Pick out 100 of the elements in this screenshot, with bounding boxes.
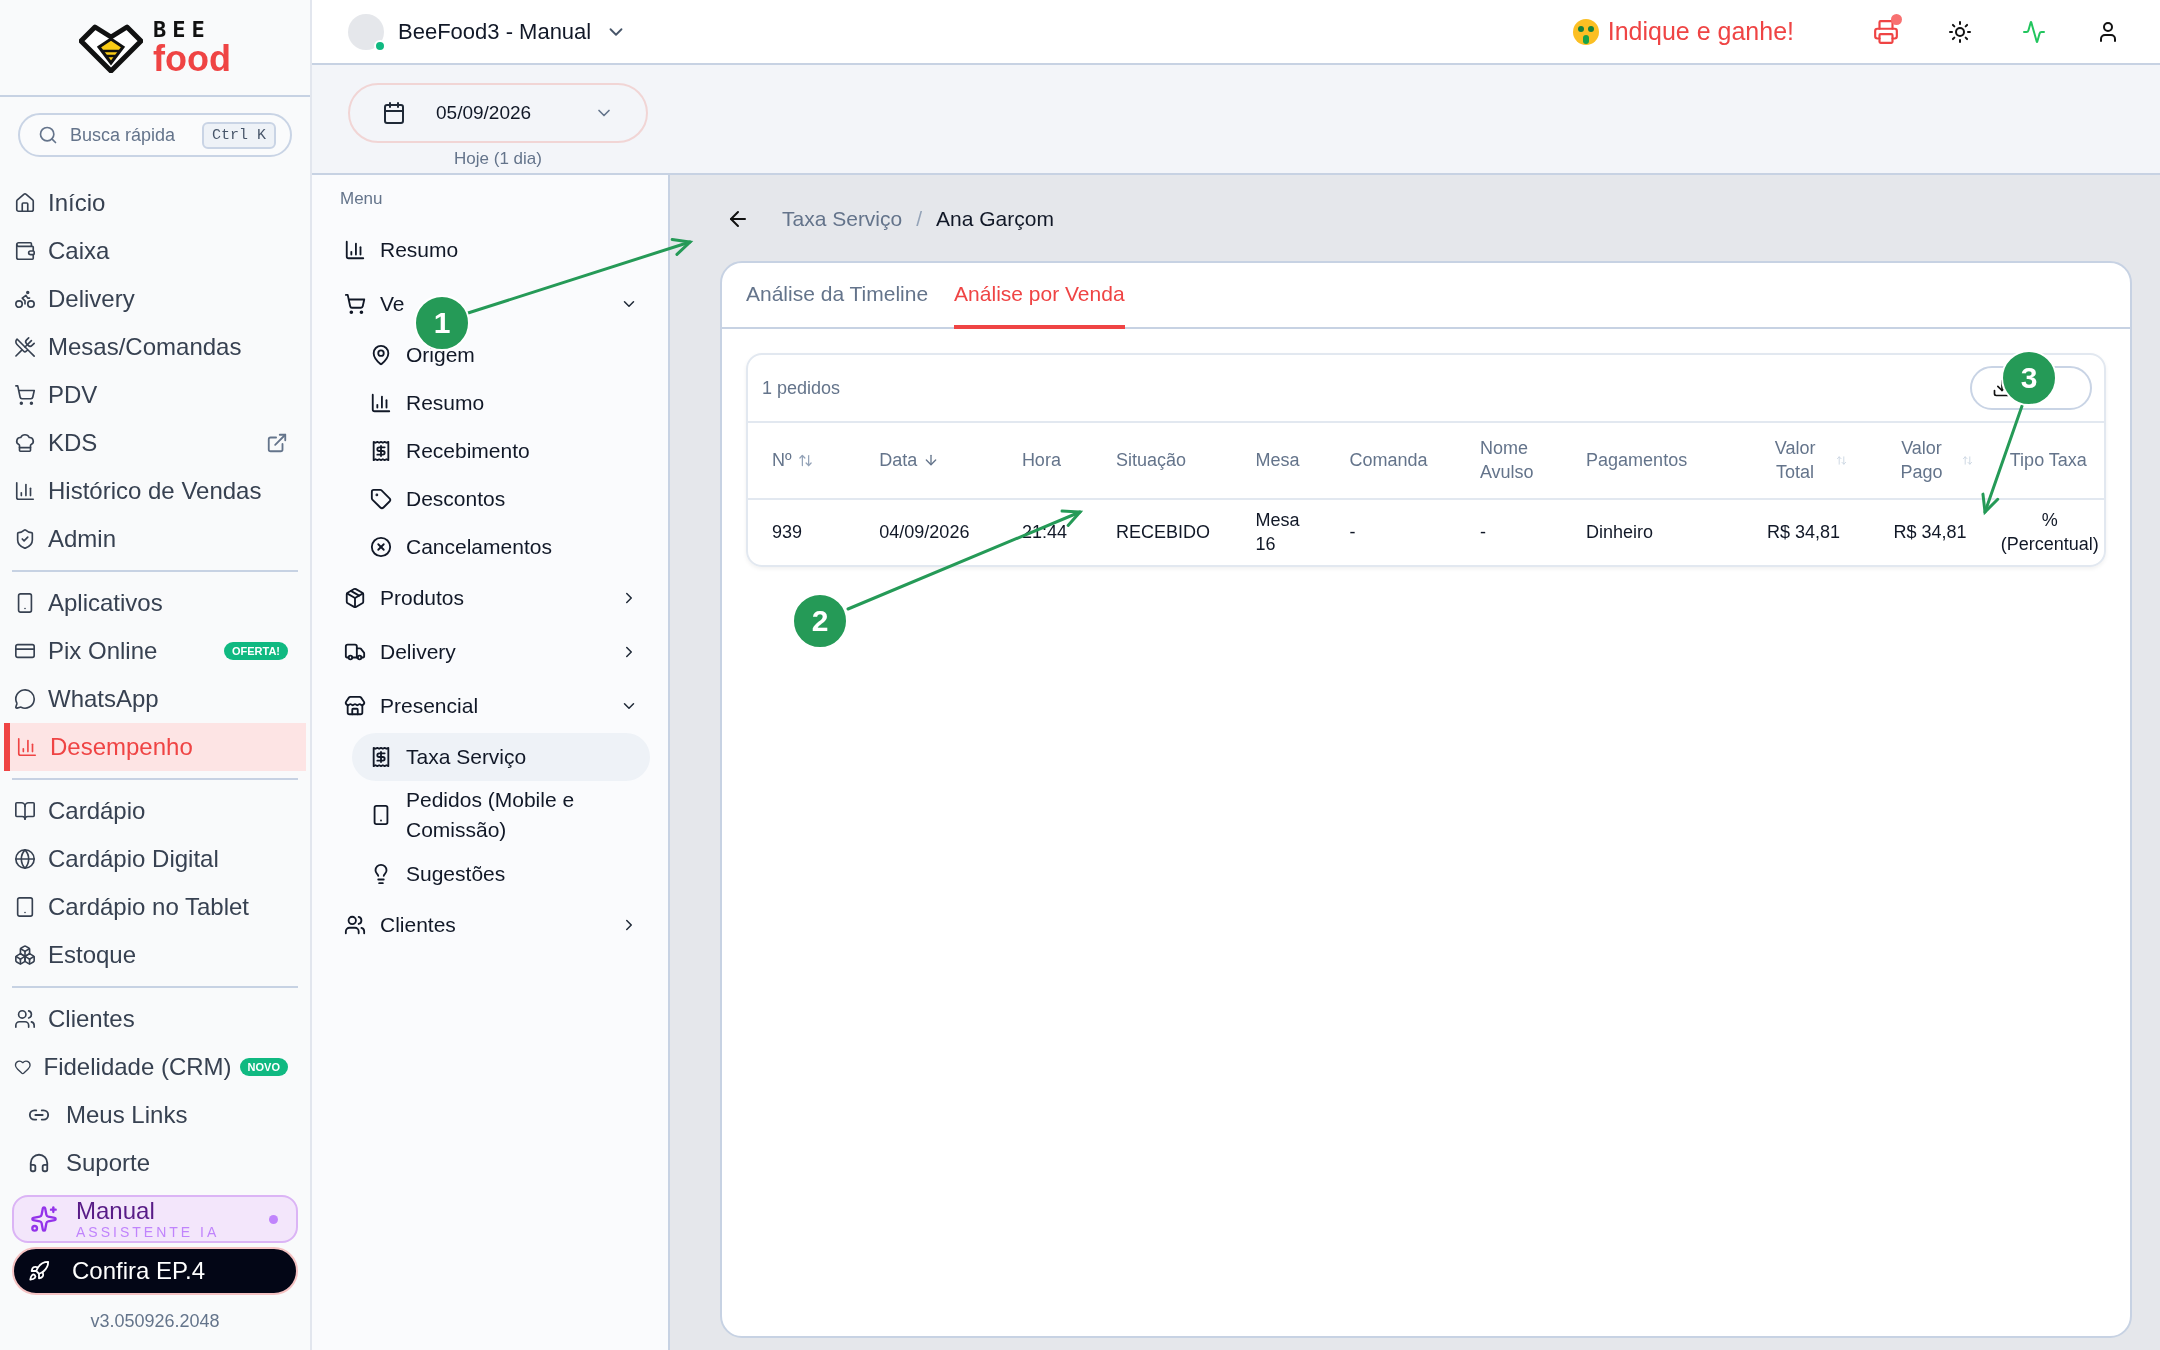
assistant-button[interactable]: Manual ASSISTENTE IA	[12, 1195, 298, 1243]
date-field[interactable]: 05/09/2026	[348, 83, 648, 143]
menu-item[interactable]: Produtos	[340, 582, 465, 614]
utensils-icon	[14, 336, 36, 358]
sidebar-item[interactable]: Cardápio	[0, 787, 306, 835]
submenu-item[interactable]: Cancelamentos	[352, 523, 650, 571]
store-name[interactable]: BeeFood3 - Manual	[398, 18, 592, 45]
sidebar-item[interactable]: Admin	[0, 515, 306, 563]
sidebar-item[interactable]: PDV	[0, 371, 306, 419]
pin-icon	[370, 344, 392, 366]
column-header[interactable]: Comanda	[1349, 448, 1428, 473]
order-count: 1 pedidos	[762, 377, 842, 399]
store-avatar[interactable]	[348, 13, 384, 50]
sidebar-item[interactable]: Clientes	[0, 995, 306, 1043]
sidebar-item[interactable]: Cardápio no Tablet	[0, 883, 306, 931]
receipt-icon	[370, 746, 392, 768]
submenu-item[interactable]: Pedidos (Mobile e Comissão)	[352, 781, 650, 850]
truck-icon	[344, 641, 366, 663]
x-circle-icon	[370, 536, 392, 558]
bar-chart-icon	[16, 736, 38, 758]
home-icon	[14, 192, 36, 214]
submenu-item[interactable]: Taxa Serviço	[352, 733, 650, 781]
book-icon	[14, 800, 36, 822]
rocket-icon	[28, 1260, 50, 1282]
column-header[interactable]: Hora	[1021, 448, 1061, 473]
sidebar-item[interactable]: Cardápio Digital	[0, 835, 306, 883]
chef-hat-icon	[14, 432, 36, 454]
column-header[interactable]: Situação	[1115, 448, 1186, 473]
menu-item[interactable]: Delivery	[340, 636, 456, 668]
status-dot	[269, 1214, 278, 1224]
column-header[interactable]: Data	[879, 448, 940, 473]
logo-text: BEE	[153, 18, 212, 41]
column-header[interactable]: Mesa	[1255, 448, 1300, 473]
users-icon	[14, 1008, 36, 1030]
column-header[interactable]: Nº	[772, 448, 813, 473]
menu-item[interactable]: Clientes	[340, 908, 456, 941]
sidebar-item[interactable]: WhatsApp	[0, 675, 306, 723]
breadcrumb-current: Ana Garçom	[936, 207, 1054, 231]
shortcut-key: Ctrl K	[202, 121, 276, 149]
submenu-item[interactable]: Resumo	[352, 379, 650, 427]
table-cell-text: R$ 34,81	[1767, 520, 1841, 544]
tab[interactable]: Análise da Timeline	[746, 263, 929, 329]
column-header[interactable]: Valor Total	[1760, 437, 1848, 484]
assistant-subtitle: ASSISTENTE IA	[76, 1225, 221, 1239]
sidebar-item[interactable]: Mesas/Comandas	[0, 323, 306, 371]
table-cell-text: -	[1349, 520, 1356, 544]
version-text: v3.050926.2048	[89, 1311, 221, 1332]
sidebar-badge: NOVO	[239, 1058, 288, 1076]
submenu-item[interactable]: Sugestões	[352, 849, 650, 898]
logo-text: food	[153, 40, 231, 77]
package-icon	[344, 587, 366, 609]
tag-icon	[370, 488, 392, 510]
breadcrumb-link[interactable]: Taxa Serviço	[782, 207, 903, 231]
chat-icon	[14, 688, 36, 710]
table-cell: % (Percentual)	[2000, 509, 2099, 556]
menu-item[interactable]: Presencial	[340, 690, 479, 722]
breadcrumb-separator: /	[916, 207, 923, 231]
menu-item[interactable]: Ve	[340, 288, 405, 320]
column-header[interactable]: Pagamentos	[1586, 448, 1688, 473]
column-header[interactable]: Tipo Taxa	[2009, 448, 2087, 473]
receipt-icon	[370, 440, 392, 462]
search-field[interactable]: Busca rápida Ctrl K	[18, 113, 292, 157]
bar-chart-icon	[370, 392, 392, 414]
sidebar-link[interactable]: Suporte	[0, 1139, 310, 1187]
column-header[interactable]: Nome Avulso	[1479, 437, 1550, 484]
date-hint: Hoje (1 dia)	[453, 149, 543, 169]
sidebar-item[interactable]: Histórico de Vendas	[0, 467, 306, 515]
pulse-icon	[2022, 19, 2046, 44]
column-header[interactable]: Valor Pago	[1886, 437, 1974, 484]
cart-icon	[344, 293, 366, 315]
submenu-item[interactable]: Recebimento	[352, 427, 650, 475]
referral-link[interactable]: Indique e ganhe!	[1571, 17, 1794, 46]
sidebar-item[interactable]: Delivery	[0, 275, 306, 323]
assistant-title: Manual	[76, 1199, 156, 1223]
sparkles-icon	[30, 1205, 58, 1233]
menu-item[interactable]: Resumo	[340, 234, 459, 266]
promo-button[interactable]: Confira EP.4	[12, 1247, 298, 1295]
sidebar-item[interactable]: Pix Online OFERTA!	[0, 627, 306, 675]
sidebar-item[interactable]: KDS	[0, 419, 306, 467]
sidebar-item[interactable]: Fidelidade (CRM) NOVO	[0, 1043, 306, 1091]
logo-icon	[79, 22, 143, 73]
submenu-item[interactable]: Descontos	[352, 475, 650, 523]
sidebar-item[interactable]: Caixa	[0, 227, 306, 275]
boxes-icon	[14, 944, 36, 966]
sidebar-item[interactable]: Aplicativos	[0, 579, 306, 627]
headphones-icon	[28, 1152, 50, 1174]
printer-icon	[1873, 18, 1899, 45]
table-cell-text: 04/09/2026	[879, 520, 970, 544]
table-cell-text: R$ 34,81	[1893, 520, 1967, 544]
users-icon	[344, 913, 366, 936]
tab[interactable]: Análise por Venda	[954, 263, 1125, 329]
bar-chart-icon	[344, 239, 366, 261]
search-icon	[38, 125, 58, 145]
sidebar-item[interactable]: Início	[0, 179, 306, 227]
calendar-icon	[382, 101, 406, 125]
sidebar-item[interactable]: Estoque	[0, 931, 306, 979]
sidebar-link[interactable]: Meus Links	[0, 1091, 310, 1139]
sidebar-badge: OFERTA!	[223, 642, 288, 660]
shield-icon	[14, 528, 36, 550]
table-cell-text: Mesa 16	[1255, 509, 1301, 556]
